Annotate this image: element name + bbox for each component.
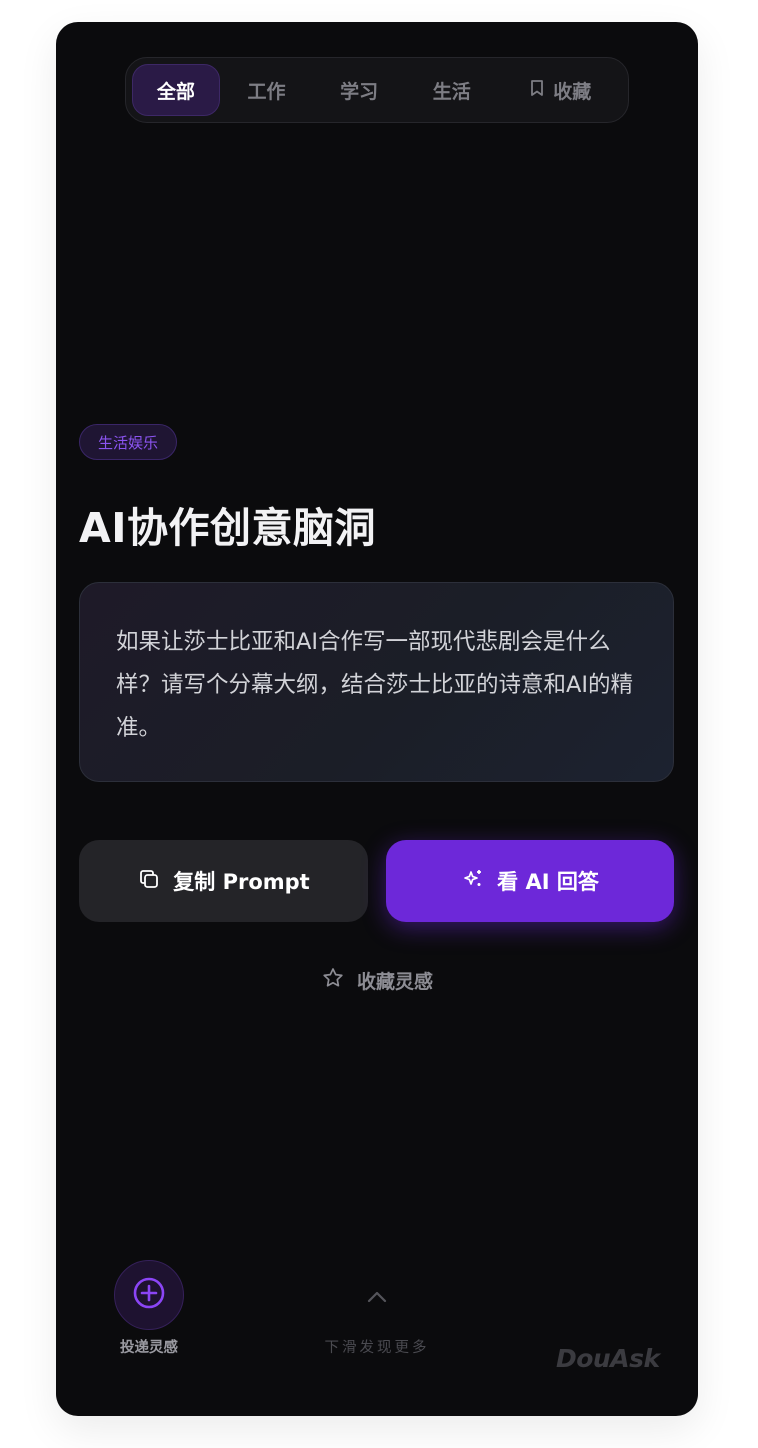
tab-study[interactable]: 学习 — [313, 64, 405, 116]
tab-work[interactable]: 工作 — [220, 64, 314, 116]
card-title: AI协作创意脑洞 — [79, 504, 376, 552]
submit-inspiration-button[interactable] — [114, 1260, 184, 1330]
tab-label: 收藏 — [553, 80, 592, 103]
tab-label: 全部 — [156, 80, 195, 103]
prompt-text: 如果让莎士比亚和AI合作写一部现代悲剧会是什么样？请写个分幕大纲，结合莎士比亚的… — [116, 629, 634, 741]
chevron-up-icon[interactable] — [362, 1286, 392, 1308]
submit-inspiration-label: 投递灵感 — [120, 1340, 178, 1356]
tab-all[interactable]: 全部 — [132, 64, 220, 116]
plus-circle-icon — [131, 1275, 167, 1315]
sparkles-icon — [461, 867, 485, 896]
copy-icon — [137, 867, 161, 896]
view-ai-answer-label: 看 AI 回答 — [497, 870, 599, 894]
category-badge: 生活娱乐 — [79, 424, 178, 460]
bookmark-icon — [529, 79, 545, 102]
copy-prompt-label: 复制 Prompt — [173, 870, 310, 894]
tab-label: 生活 — [432, 80, 471, 103]
star-icon — [321, 966, 345, 995]
tab-favorites[interactable]: 收藏 — [499, 64, 623, 116]
tab-label: 工作 — [247, 80, 286, 103]
app-screen: 全部 工作 学习 生活 收藏 生活娱乐 AI协作创意脑洞 如果让莎士比亚和AI合… — [56, 22, 698, 1416]
prompt-card: 如果让莎士比亚和AI合作写一部现代悲剧会是什么样？请写个分幕大纲，结合莎士比亚的… — [79, 582, 674, 782]
category-tab-bar: 全部 工作 学习 生活 收藏 — [125, 57, 629, 123]
copy-prompt-button[interactable]: 复制 Prompt — [79, 840, 368, 922]
view-ai-answer-button[interactable]: 看 AI 回答 — [386, 840, 674, 922]
app-logo: DouAsk — [556, 1344, 660, 1373]
tab-label: 学习 — [340, 80, 379, 103]
swipe-hint: 下滑发现更多 — [324, 1340, 430, 1356]
favorite-label: 收藏灵感 — [356, 970, 433, 993]
tab-life[interactable]: 生活 — [405, 64, 499, 116]
favorite-inspiration-button[interactable]: 收藏灵感 — [56, 962, 698, 998]
